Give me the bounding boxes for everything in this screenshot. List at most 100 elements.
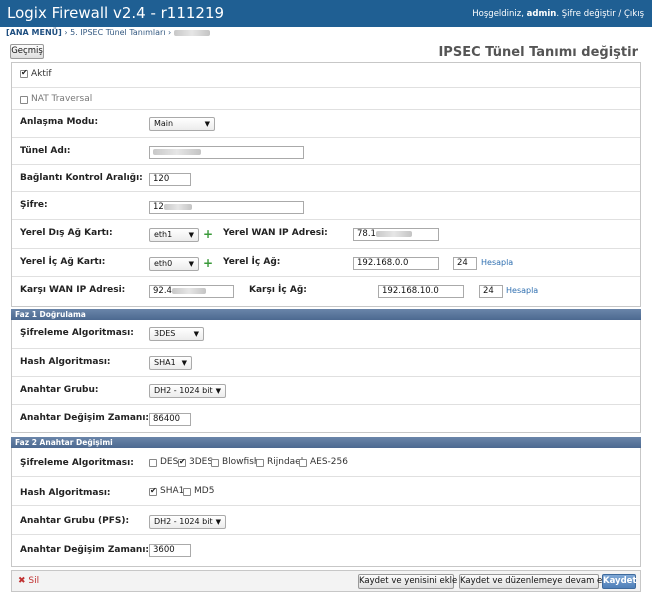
tunnel-row: Tünel Adı: — [12, 138, 640, 165]
username: admin — [526, 9, 557, 19]
chevron-down-icon: ▼ — [215, 387, 221, 395]
chevron-down-icon: ▼ — [188, 260, 194, 268]
delete-icon: ✖ — [18, 576, 26, 586]
remote-wan-label: Karşı WAN IP Adresi: — [20, 285, 126, 295]
phase1-group-label: Anahtar Grubu: — [20, 385, 99, 395]
calculate-link[interactable]: Hesapla — [481, 258, 513, 267]
enc-des-label: DES — [160, 457, 179, 467]
chevron-down-icon: ▼ — [193, 330, 199, 338]
local-wan-row: Yerel Dış Ağ Kartı: eth1 ▼ + Yerel WAN IP… — [12, 220, 640, 249]
user-links[interactable]: . Şifre değiştir / Çıkış — [556, 9, 644, 19]
active-label: Aktif — [31, 69, 52, 79]
save-and-continue-button[interactable]: Kaydet ve düzenlemeye devam et — [459, 574, 606, 589]
hash-md5-checkbox[interactable] — [183, 488, 191, 496]
delete-label: Sil — [28, 576, 40, 586]
hash-md5-label: MD5 — [194, 486, 215, 496]
local-lan-label: Yerel İç Ağ: — [223, 257, 281, 267]
local-lan-if-select[interactable]: eth0 ▼ — [149, 257, 199, 271]
save-button[interactable]: Kaydet — [602, 574, 637, 589]
local-wan-ip-label: Yerel WAN IP Adresi: — [223, 228, 328, 238]
phase1-enc-label: Şifreleme Algoritması: — [20, 328, 134, 338]
hash-sha1-checkbox[interactable] — [149, 486, 157, 496]
local-wan-if-select[interactable]: eth1 ▼ — [149, 228, 199, 242]
chevron-down-icon: ▼ — [188, 231, 194, 239]
enc-rijndael-checkbox[interactable] — [256, 459, 264, 467]
chevron-down-icon: ▼ — [215, 518, 221, 526]
tunnel-redacted — [153, 148, 201, 155]
page-title: IPSEC Tünel Tanımı değiştir — [438, 45, 638, 60]
phase1-hash-label: Hash Algoritması: — [20, 357, 111, 367]
chevron-down-icon: ▼ — [204, 120, 210, 128]
local-wan-ip-value: 78.1 — [357, 229, 376, 239]
hash-sha1-label: SHA1 — [160, 486, 185, 496]
enc-3des-checkbox[interactable] — [178, 457, 186, 467]
mode-row: Anlaşma Modu: Main ▼ — [12, 110, 640, 138]
phase1-group-row: Anahtar Grubu: DH2 - 1024 bit ▼ — [12, 377, 640, 405]
phase2-lifetime-row: Anahtar Değişim Zamanı: 3600 — [12, 535, 640, 566]
local-wan-ip-redacted — [375, 230, 412, 237]
general-panel: Aktif NAT Traversal Anlaşma Modu: Main▼ … — [11, 62, 641, 307]
password-input[interactable]: 12 — [149, 201, 304, 214]
mode-select[interactable]: Main ▼ — [149, 117, 215, 131]
phase2-group-select[interactable]: DH2 - 1024 bit ▼ — [149, 515, 226, 529]
app-title: Logix Firewall v2.4 - r111219 — [7, 4, 225, 22]
password-value: 12 — [153, 202, 164, 212]
phase1-panel: Şifreleme Algoritması: 3DES ▼ Hash Algori… — [11, 320, 641, 433]
remote-lan-input[interactable]: 192.168.10.0 — [378, 285, 464, 298]
nat-checkbox[interactable] — [20, 96, 28, 104]
history-button[interactable]: Geçmiş — [10, 44, 44, 59]
remote-wan-input[interactable]: 92.4 — [149, 285, 234, 298]
local-wan-ip-input[interactable]: 78.1 — [353, 228, 439, 241]
phase1-group-value: DH2 - 1024 bit — [154, 386, 213, 395]
form-footer: ✖ Sil Kaydet ve yenisini ekle Kaydet ve … — [11, 570, 641, 592]
remote-wan-redacted — [171, 287, 206, 294]
local-lan-row: Yerel İç Ağ Kartı: eth0 ▼ + Yerel İç Ağ: … — [12, 249, 640, 277]
breadcrumb-ipsec[interactable]: › 5. IPSEC Tünel Tanımları › — [62, 28, 171, 37]
phase2-group-row: Anahtar Grubu (PFS): DH2 - 1024 bit ▼ — [12, 506, 640, 535]
interval-input[interactable]: 120 — [149, 173, 191, 186]
remote-lan-label: Karşı İç Ağ: — [249, 285, 307, 295]
mode-value: Main — [154, 119, 174, 128]
add-icon[interactable]: + — [203, 257, 213, 269]
breadcrumb-home[interactable]: [ANA MENÜ] — [6, 28, 62, 37]
phase1-hash-select[interactable]: SHA1 ▼ — [149, 356, 192, 370]
password-row: Şifre: 12 — [12, 192, 640, 220]
enc-aes256-checkbox[interactable] — [299, 459, 307, 467]
active-row: Aktif — [12, 63, 640, 88]
local-lan-mask-input[interactable]: 24 — [453, 257, 477, 270]
phase2-lifetime-label: Anahtar Değişim Zamanı: — [20, 545, 149, 555]
tunnel-label: Tünel Adı: — [20, 146, 71, 156]
add-icon[interactable]: + — [203, 228, 213, 240]
delete-link[interactable]: ✖ Sil — [18, 576, 39, 586]
user-menu: Hoşgeldiniz, admin. Şifre değiştir / Çık… — [472, 9, 644, 19]
enc-aes256-label: AES-256 — [310, 457, 348, 467]
top-bar: Logix Firewall v2.4 - r111219 Hoşgeldini… — [0, 0, 652, 27]
active-checkbox[interactable] — [20, 68, 28, 78]
enc-blowfish-checkbox[interactable] — [211, 459, 219, 467]
phase2-enc-label: Şifreleme Algoritması: — [20, 458, 134, 468]
enc-des-checkbox[interactable] — [149, 459, 157, 467]
phase2-enc-row: Şifreleme Algoritması: DES 3DES Blowfish… — [12, 448, 640, 477]
phase1-hash-value: SHA1 — [154, 358, 176, 367]
local-lan-input[interactable]: 192.168.0.0 — [353, 257, 439, 270]
phase1-enc-value: 3DES — [154, 329, 176, 338]
save-and-add-button[interactable]: Kaydet ve yenisini ekle — [358, 574, 457, 589]
phase1-hash-row: Hash Algoritması: SHA1 ▼ — [12, 349, 640, 377]
remote-row: Karşı WAN IP Adresi: 92.4 Karşı İç Ağ: 1… — [12, 277, 640, 307]
phase2-group-value: DH2 - 1024 bit — [154, 517, 213, 526]
phase1-group-select[interactable]: DH2 - 1024 bit ▼ — [149, 384, 226, 398]
phase2-panel: Şifreleme Algoritması: DES 3DES Blowfish… — [11, 448, 641, 567]
phase2-hash-label: Hash Algoritması: — [20, 488, 111, 498]
calculate-link[interactable]: Hesapla — [506, 286, 538, 295]
tunnel-input[interactable] — [149, 146, 304, 159]
phase2-lifetime-input[interactable]: 3600 — [149, 544, 191, 557]
phase1-lifetime-row: Anahtar Değişim Zamanı: 86400 — [12, 405, 640, 432]
mode-label: Anlaşma Modu: — [20, 117, 99, 127]
interval-label: Bağlantı Kontrol Aralığı: — [20, 173, 143, 183]
local-wan-if-label: Yerel Dış Ağ Kartı: — [20, 228, 113, 238]
phase1-lifetime-input[interactable]: 86400 — [149, 413, 191, 426]
remote-lan-mask-input[interactable]: 24 — [479, 285, 503, 298]
nat-row: NAT Traversal — [12, 88, 640, 110]
phase1-enc-select[interactable]: 3DES ▼ — [149, 327, 204, 341]
breadcrumb-redacted — [173, 29, 210, 36]
